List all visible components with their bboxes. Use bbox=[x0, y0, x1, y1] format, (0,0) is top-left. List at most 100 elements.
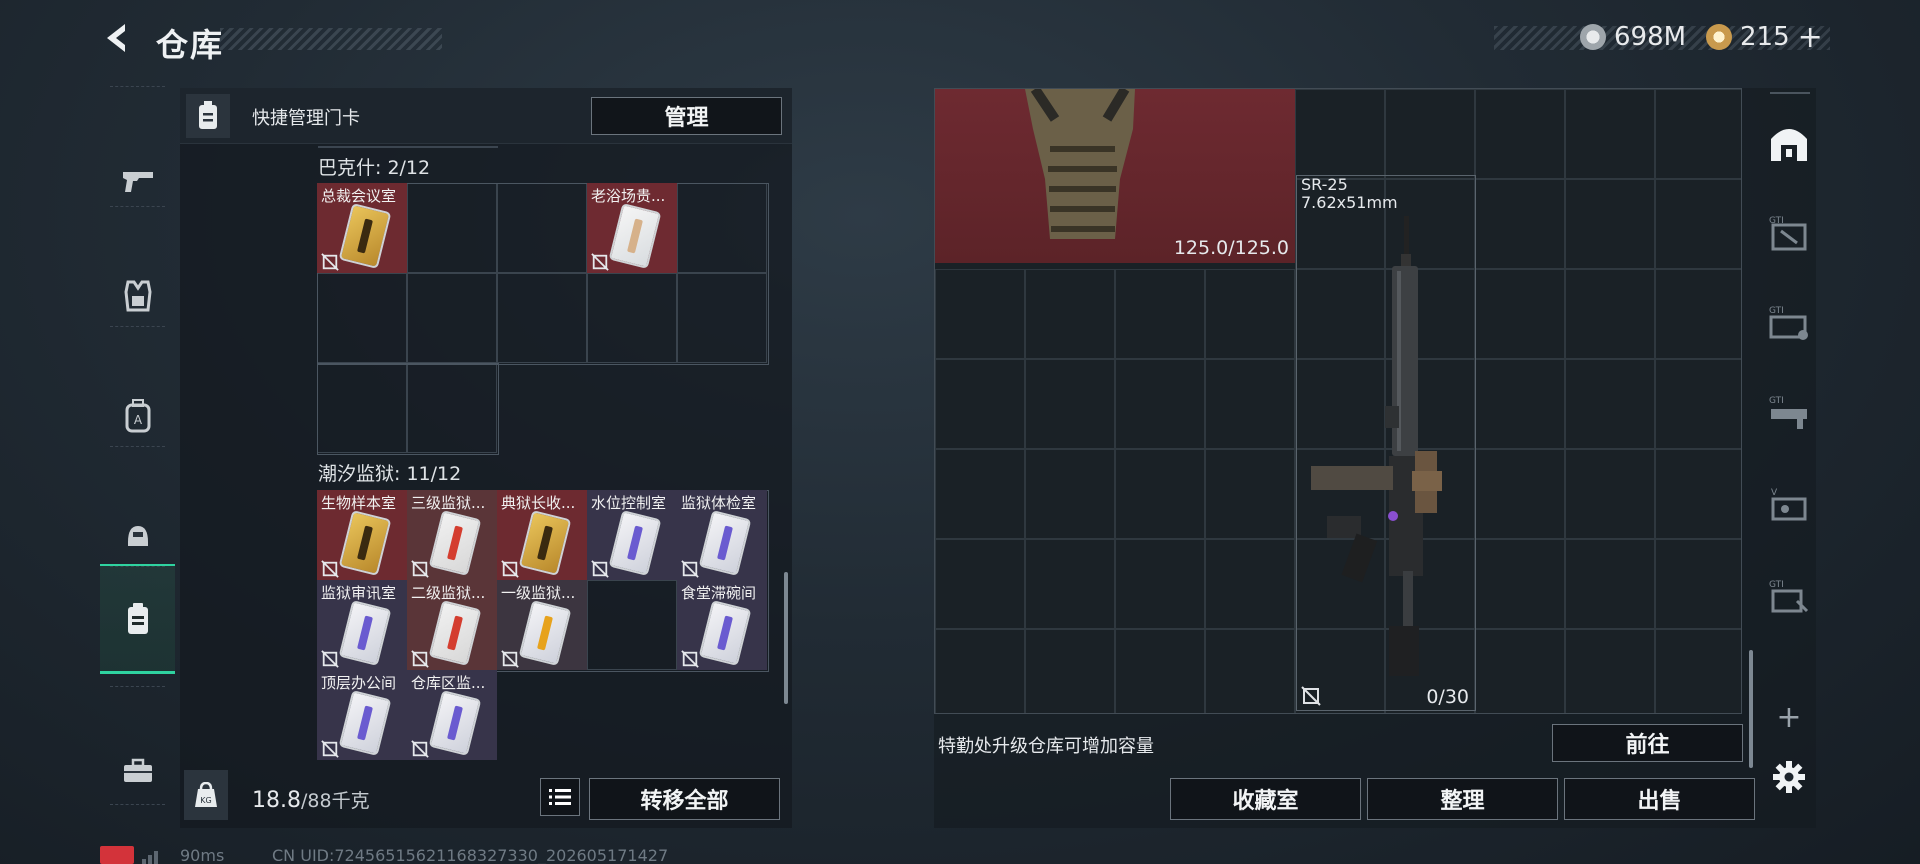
title-decoration bbox=[220, 28, 442, 50]
sell-button[interactable]: 出售 bbox=[1564, 778, 1755, 820]
keycard-image bbox=[518, 600, 572, 666]
transfer-all-button[interactable]: 转移全部 bbox=[589, 778, 780, 820]
stash-tab-4[interactable]: GTI bbox=[1764, 388, 1814, 438]
keycard-image bbox=[608, 203, 662, 269]
armor-durability: 125.0/125.0 bbox=[1173, 237, 1289, 259]
stash-tab-bar: GTI GTI GTI V GTI + bbox=[1760, 88, 1818, 828]
stash-tab-2[interactable]: GTI bbox=[1764, 208, 1814, 258]
battery-icon bbox=[100, 846, 134, 864]
stash-cell[interactable] bbox=[1025, 359, 1115, 449]
sr25-slot[interactable]: SR-25 7.62x51mm 0/30 bbox=[1296, 175, 1476, 711]
keycard-slot[interactable]: 生物样本室 bbox=[317, 490, 407, 580]
stash-tab-5[interactable]: V bbox=[1764, 480, 1814, 530]
stash-cell[interactable] bbox=[1295, 89, 1385, 179]
stash-cell[interactable] bbox=[1655, 539, 1741, 629]
stash-cell[interactable] bbox=[1205, 629, 1295, 713]
stash-cell[interactable] bbox=[1475, 269, 1565, 359]
svg-text:KG: KG bbox=[200, 796, 211, 805]
collection-room-button[interactable]: 收藏室 bbox=[1170, 778, 1361, 820]
stash-cell[interactable] bbox=[1205, 449, 1295, 539]
stash-cell[interactable] bbox=[1025, 539, 1115, 629]
stash-cell[interactable] bbox=[1025, 449, 1115, 539]
stash-cell[interactable] bbox=[1565, 359, 1655, 449]
stash-cell[interactable] bbox=[1115, 629, 1205, 713]
keycard-slot[interactable]: 监狱审讯室 bbox=[317, 580, 407, 670]
stash-cell[interactable] bbox=[1475, 89, 1565, 179]
nav-keycard[interactable] bbox=[100, 564, 175, 674]
keycard-slot[interactable]: 典狱长收... bbox=[497, 490, 587, 580]
nav-armor[interactable] bbox=[100, 241, 175, 351]
stash-cell[interactable] bbox=[1025, 629, 1115, 713]
svg-text:GTI: GTI bbox=[1769, 396, 1784, 406]
unbound-icon bbox=[1301, 686, 1321, 706]
svg-text:A: A bbox=[133, 413, 142, 427]
stash-cell[interactable] bbox=[935, 359, 1025, 449]
keycard-slot[interactable]: 水位控制室 bbox=[587, 490, 677, 580]
add-stash-tab-button[interactable]: + bbox=[1764, 692, 1814, 742]
keycard-slot[interactable]: 老浴场贵... bbox=[587, 183, 677, 273]
stash-cell[interactable] bbox=[1565, 269, 1655, 359]
stash-cell[interactable] bbox=[1655, 359, 1741, 449]
stash-cell[interactable] bbox=[1565, 179, 1655, 269]
keycard-slot[interactable]: 总裁会议室 bbox=[317, 183, 407, 273]
armor-slot[interactable]: 125.0/125.0 bbox=[935, 89, 1295, 263]
keycard-slot[interactable]: 仓库区监... bbox=[407, 670, 497, 760]
stash-scrollbar[interactable] bbox=[1749, 650, 1753, 768]
stash-cell[interactable] bbox=[1475, 449, 1565, 539]
stash-cell[interactable] bbox=[1475, 179, 1565, 269]
back-button[interactable] bbox=[96, 18, 136, 58]
stash-cell[interactable] bbox=[1565, 539, 1655, 629]
keycard-image bbox=[518, 510, 572, 576]
stash-cell[interactable] bbox=[1115, 539, 1205, 629]
gold-amount: 215 bbox=[1740, 22, 1790, 52]
stash-cell[interactable] bbox=[935, 539, 1025, 629]
stash-tab-3[interactable]: GTI bbox=[1764, 298, 1814, 348]
list-view-button[interactable] bbox=[540, 778, 580, 816]
stash-cell[interactable] bbox=[1655, 449, 1741, 539]
stash-cell[interactable] bbox=[935, 449, 1025, 539]
stash-cell[interactable] bbox=[1565, 629, 1655, 713]
currency-silver[interactable]: 698M bbox=[1580, 20, 1686, 54]
stash-cell[interactable] bbox=[1565, 449, 1655, 539]
stash-cell[interactable] bbox=[1655, 629, 1741, 713]
stash-cell[interactable] bbox=[1115, 449, 1205, 539]
stash-cell[interactable] bbox=[1655, 179, 1741, 269]
stash-cell[interactable] bbox=[1565, 89, 1655, 179]
keycard-slot[interactable]: 二级监狱... bbox=[407, 580, 497, 670]
stash-cell[interactable] bbox=[1205, 359, 1295, 449]
stash-cell[interactable] bbox=[1025, 269, 1115, 359]
keycard-icon bbox=[127, 602, 148, 634]
stash-cell[interactable] bbox=[1115, 269, 1205, 359]
stash-cell[interactable] bbox=[935, 629, 1025, 713]
keycard-image bbox=[428, 690, 482, 756]
stash-cell[interactable] bbox=[1475, 629, 1565, 713]
currency-gold[interactable]: 215 + bbox=[1706, 20, 1823, 55]
sort-button[interactable]: 整理 bbox=[1367, 778, 1558, 820]
stash-cell[interactable] bbox=[1115, 359, 1205, 449]
nav-backpack[interactable]: A bbox=[100, 361, 175, 471]
quick-manage-label: 快捷管理门卡 bbox=[252, 108, 360, 129]
stash-cell[interactable] bbox=[1655, 269, 1741, 359]
settings-button[interactable] bbox=[1764, 752, 1814, 802]
prison-card-grid: 生物样本室 三级监狱... 典狱长收... 水位控制室 监狱体检室监狱审讯室 二级监狱..… bbox=[317, 490, 769, 762]
manage-button[interactable]: 管理 bbox=[591, 97, 782, 135]
keycard-slot[interactable]: 三级监狱... bbox=[407, 490, 497, 580]
left-scrollbar[interactable] bbox=[784, 572, 788, 704]
keycard-slot[interactable]: 监狱体检室 bbox=[677, 490, 767, 580]
goto-button[interactable]: 前往 bbox=[1552, 724, 1743, 762]
keycard-slot[interactable]: 一级监狱... bbox=[497, 580, 587, 670]
keycard-slot[interactable]: 顶层办公间 bbox=[317, 670, 407, 760]
stash-cell[interactable] bbox=[1205, 269, 1295, 359]
stash-tab-6[interactable]: GTI bbox=[1764, 572, 1814, 622]
stash-tab-main[interactable] bbox=[1764, 118, 1814, 168]
nav-toolbox[interactable] bbox=[100, 716, 175, 826]
stash-cell[interactable] bbox=[935, 269, 1025, 359]
keycard-slot[interactable]: 食堂滞碗间 bbox=[677, 580, 767, 670]
nav-weapon[interactable] bbox=[100, 126, 175, 236]
add-currency-button[interactable]: + bbox=[1798, 20, 1823, 55]
stash-cell[interactable] bbox=[1475, 359, 1565, 449]
stash-cell[interactable] bbox=[1655, 89, 1741, 179]
stash-cell[interactable] bbox=[1205, 539, 1295, 629]
stash-cell[interactable] bbox=[1475, 539, 1565, 629]
stash-cell[interactable] bbox=[1385, 89, 1475, 179]
